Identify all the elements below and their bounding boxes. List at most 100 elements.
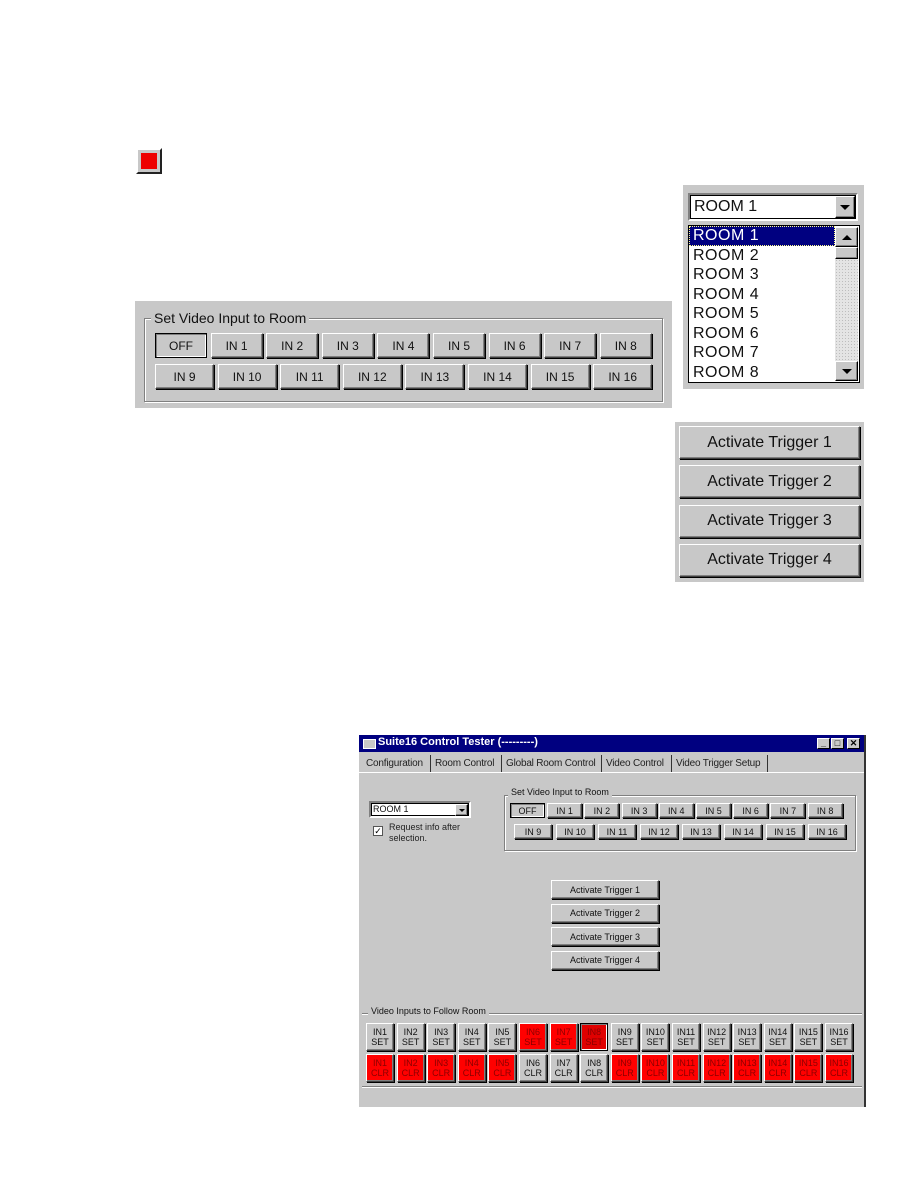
activate-trigger-3-button[interactable]: Activate Trigger 3 <box>679 504 860 538</box>
room-option-8[interactable]: ROOM 8 <box>689 363 835 383</box>
follow-in15-clr-button[interactable]: IN15 CLR <box>794 1054 823 1082</box>
video-input-in-11-button[interactable]: IN 11 <box>280 364 340 389</box>
video-input-small-in-6-button[interactable]: IN 6 <box>733 803 769 818</box>
tab-video-trigger-setup[interactable]: Video Trigger Setup <box>672 755 768 772</box>
video-input-small-in-4-button[interactable]: IN 4 <box>658 803 694 818</box>
scroll-track[interactable] <box>835 259 858 361</box>
video-input-small-in-12-button[interactable]: IN 12 <box>640 824 678 839</box>
follow-in3-set-button[interactable]: IN3 SET <box>427 1023 456 1051</box>
follow-in8-clr-button[interactable]: IN8 CLR <box>580 1054 609 1082</box>
video-input-small-in-11-button[interactable]: IN 11 <box>598 824 636 839</box>
video-input-in-16-button[interactable]: IN 16 <box>593 364 653 389</box>
follow-in4-clr-button[interactable]: IN4 CLR <box>457 1054 486 1082</box>
video-input-in-7-button[interactable]: IN 7 <box>544 333 597 358</box>
follow-in4-set-button[interactable]: IN4 SET <box>457 1023 486 1051</box>
video-input-small-in-9-button[interactable]: IN 9 <box>514 824 552 839</box>
video-input-small-in-2-button[interactable]: IN 2 <box>584 803 620 818</box>
request-info-checkbox[interactable]: ✓ <box>373 826 383 836</box>
follow-in11-clr-button[interactable]: IN11 CLR <box>672 1054 700 1082</box>
combo-dropdown-button[interactable] <box>835 196 855 218</box>
follow-in3-clr-button[interactable]: IN3 CLR <box>427 1054 456 1082</box>
room-combo-small[interactable]: ROOM 1 <box>369 801 471 818</box>
scroll-up-button[interactable] <box>835 227 858 247</box>
follow-in13-set-button[interactable]: IN13 SET <box>733 1023 762 1051</box>
follow-in7-clr-button[interactable]: IN7 CLR <box>549 1054 578 1082</box>
tab-room-control[interactable]: Room Control <box>431 755 502 772</box>
room-option-1[interactable]: ROOM 1 <box>689 226 835 246</box>
room-option-5[interactable]: ROOM 5 <box>689 304 835 324</box>
activate-trigger-2-button[interactable]: Activate Trigger 2 <box>679 465 860 499</box>
follow-in9-set-button[interactable]: IN9 SET <box>610 1023 639 1051</box>
activate-trigger-small-1-button[interactable]: Activate Trigger 1 <box>551 880 659 899</box>
follow-in6-set-button[interactable]: IN6 SET <box>519 1023 547 1051</box>
follow-in1-clr-button[interactable]: IN1 CLR <box>366 1054 394 1082</box>
scroll-down-button[interactable] <box>835 361 858 381</box>
video-input-in-5-button[interactable]: IN 5 <box>433 333 485 358</box>
video-input-small-in-1-button[interactable]: IN 1 <box>547 803 583 818</box>
video-input-small-in-8-button[interactable]: IN 8 <box>807 803 843 818</box>
video-input-in-10-button[interactable]: IN 10 <box>217 364 277 389</box>
follow-in14-clr-button[interactable]: IN14 CLR <box>763 1054 792 1082</box>
follow-in8-set-button[interactable]: IN8 SET <box>580 1023 609 1051</box>
activate-trigger-4-button[interactable]: Activate Trigger 4 <box>679 543 860 577</box>
room-option-3[interactable]: ROOM 3 <box>689 265 835 285</box>
activate-trigger-small-3-button[interactable]: Activate Trigger 3 <box>551 927 659 946</box>
activate-trigger-small-4-button[interactable]: Activate Trigger 4 <box>551 950 659 970</box>
video-input-in-14-button[interactable]: IN 14 <box>468 364 527 389</box>
follow-in2-clr-button[interactable]: IN2 CLR <box>396 1054 425 1082</box>
follow-in14-set-button[interactable]: IN14 SET <box>763 1023 792 1051</box>
minimize-button[interactable]: _ <box>817 738 830 749</box>
video-input-in-9-button[interactable]: IN 9 <box>155 364 214 389</box>
video-input-small-in-3-button[interactable]: IN 3 <box>621 803 657 818</box>
follow-in13-clr-button[interactable]: IN13 CLR <box>733 1054 762 1082</box>
tab-configuration[interactable]: Configuration <box>362 755 431 772</box>
tab-global-room-control[interactable]: Global Room Control <box>502 755 602 772</box>
video-input-in-12-button[interactable]: IN 12 <box>342 364 402 389</box>
follow-in2-set-button[interactable]: IN2 SET <box>396 1023 425 1051</box>
follow-in1-set-button[interactable]: IN1 SET <box>366 1023 394 1051</box>
activate-trigger-1-button[interactable]: Activate Trigger 1 <box>679 426 860 459</box>
follow-in15-set-button[interactable]: IN15 SET <box>794 1023 823 1051</box>
video-input-in-6-button[interactable]: IN 6 <box>488 333 541 358</box>
maximize-button[interactable]: □ <box>831 738 844 749</box>
tab-video-control[interactable]: Video Control <box>602 755 672 772</box>
title-bar[interactable]: Suite16 Control Tester (---------) _ □ ✕ <box>359 735 864 752</box>
video-input-small-in-13-button[interactable]: IN 13 <box>682 824 720 839</box>
follow-in6-clr-button[interactable]: IN6 CLR <box>519 1054 547 1082</box>
follow-in10-set-button[interactable]: IN10 SET <box>641 1023 670 1051</box>
follow-in16-clr-button[interactable]: IN16 CLR <box>825 1054 853 1082</box>
video-input-small-off-button[interactable]: OFF <box>510 803 545 818</box>
video-input-in-2-button[interactable]: IN 2 <box>266 333 319 358</box>
room-option-7[interactable]: ROOM 7 <box>689 343 835 363</box>
room-combo[interactable]: ROOM 1 <box>688 193 858 221</box>
video-input-small-in-5-button[interactable]: IN 5 <box>696 803 731 818</box>
follow-in5-set-button[interactable]: IN5 SET <box>488 1023 517 1051</box>
follow-in7-set-button[interactable]: IN7 SET <box>549 1023 578 1051</box>
scroll-thumb[interactable] <box>835 247 858 259</box>
video-input-in-13-button[interactable]: IN 13 <box>405 364 465 389</box>
video-input-small-in-14-button[interactable]: IN 14 <box>724 824 762 839</box>
video-input-in-15-button[interactable]: IN 15 <box>530 364 590 389</box>
activate-trigger-small-2-button[interactable]: Activate Trigger 2 <box>551 903 659 923</box>
follow-in12-set-button[interactable]: IN12 SET <box>702 1023 731 1051</box>
follow-in16-set-button[interactable]: IN16 SET <box>825 1023 853 1051</box>
video-input-small-in-16-button[interactable]: IN 16 <box>808 824 846 839</box>
follow-in11-set-button[interactable]: IN11 SET <box>672 1023 700 1051</box>
video-input-off-button[interactable]: OFF <box>155 333 207 358</box>
video-input-small-in-7-button[interactable]: IN 7 <box>770 803 806 818</box>
video-input-in-8-button[interactable]: IN 8 <box>599 333 652 358</box>
room-option-2[interactable]: ROOM 2 <box>689 246 835 266</box>
follow-in5-clr-button[interactable]: IN5 CLR <box>488 1054 517 1082</box>
video-input-in-3-button[interactable]: IN 3 <box>321 333 374 358</box>
room-dropdown-list[interactable]: ROOM 1 ROOM 2 ROOM 3 ROOM 4 ROOM 5 ROOM 6 ROOM… <box>688 225 860 383</box>
video-input-small-in-15-button[interactable]: IN 15 <box>766 824 804 839</box>
close-button[interactable]: ✕ <box>847 738 860 749</box>
video-input-in-1-button[interactable]: IN 1 <box>210 333 263 358</box>
follow-in12-clr-button[interactable]: IN12 CLR <box>702 1054 731 1082</box>
room-option-4[interactable]: ROOM 4 <box>689 285 835 305</box>
video-input-in-4-button[interactable]: IN 4 <box>377 333 430 358</box>
video-input-small-in-10-button[interactable]: IN 10 <box>556 824 594 839</box>
follow-in9-clr-button[interactable]: IN9 CLR <box>610 1054 639 1082</box>
combo-small-dropdown-button[interactable] <box>455 804 468 816</box>
room-option-6[interactable]: ROOM 6 <box>689 324 835 344</box>
